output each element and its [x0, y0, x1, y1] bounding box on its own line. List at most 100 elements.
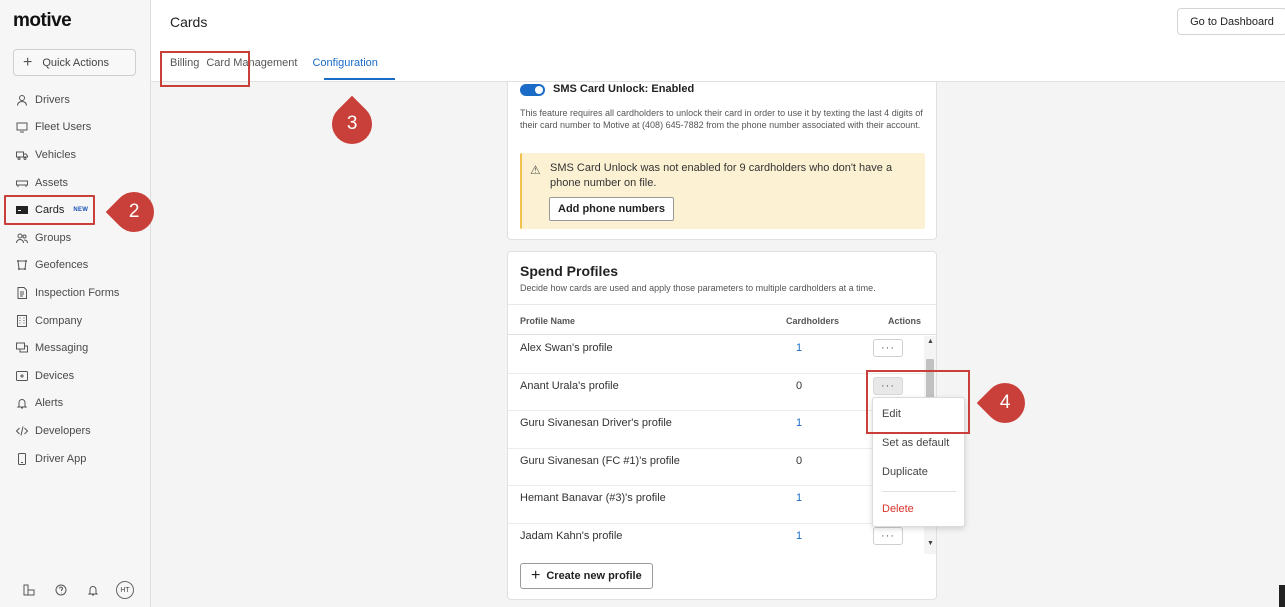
sidebar-footer: HT [13, 580, 141, 600]
menu-item-delete[interactable]: Delete [882, 503, 914, 515]
cardholders-count: 0 [796, 454, 803, 467]
geofence-icon [15, 259, 28, 272]
sms-card-unlock-panel: SMS Card Unlock: Enabled This feature re… [507, 82, 937, 240]
sidebar-item-geofences[interactable]: Geofences [0, 252, 151, 280]
sidebar-item-label: Company [35, 314, 83, 327]
profiles-table-body: Alex Swan's profile 1 ··· Anant Urala's … [508, 336, 924, 561]
create-new-profile-label: Create new profile [546, 570, 642, 582]
step-4-callout: 4 [976, 374, 1034, 432]
sidebar-item-drivers[interactable]: Drivers [0, 86, 151, 114]
sidebar-item-label: Vehicles [35, 148, 76, 161]
avatar: HT [116, 581, 134, 599]
sidebar-item-messaging[interactable]: Messaging [0, 334, 151, 362]
sidebar-item-label: Groups [35, 231, 72, 244]
profile-name: Guru Sivanesan Driver's profile [520, 417, 672, 429]
spend-profiles-title: Spend Profiles [520, 263, 619, 279]
create-new-profile-button[interactable]: + Create new profile [520, 563, 653, 589]
sidebar-item-label: Geofences [35, 259, 89, 272]
user-menu[interactable]: HT [109, 580, 141, 600]
cardholders-count-link[interactable]: 1 [796, 417, 802, 429]
quick-actions-label: Quick Actions [42, 56, 109, 69]
cardholders-count-link[interactable]: 1 [796, 342, 802, 354]
scroll-up-arrow-icon[interactable]: ▲ [927, 338, 934, 345]
column-actions: Actions [888, 316, 922, 326]
callout-number: 4 [999, 391, 1011, 413]
menu-item-set-as-default[interactable]: Set as default [882, 437, 949, 449]
column-profile-name: Profile Name [520, 316, 576, 326]
page-title: Cards [170, 14, 208, 30]
page-header: Cards Go to Dashboard Billing Card Manag… [151, 0, 1285, 82]
add-phone-numbers-button[interactable]: Add phone numbers [549, 197, 674, 221]
profile-name: Alex Swan's profile [520, 342, 613, 354]
plus-icon: + [23, 53, 33, 71]
sidebar-item-alerts[interactable]: Alerts [0, 390, 151, 418]
sidebar-item-label: Devices [35, 369, 75, 382]
table-row: Alex Swan's profile 1 ··· [508, 336, 924, 374]
profile-name: Jadam Kahn's profile [520, 529, 623, 542]
window-edge [1279, 585, 1285, 607]
sidebar-item-driver-app[interactable]: Driver App [0, 445, 151, 473]
callout-number: 2 [128, 200, 140, 222]
bell-icon [15, 397, 28, 410]
edit-highlight-box [866, 370, 970, 434]
cardholders-count: 0 [796, 379, 803, 392]
tab-configuration[interactable]: Configuration [312, 57, 377, 69]
question-icon[interactable] [45, 580, 77, 600]
configuration-highlight-box [160, 51, 250, 87]
step-3-callout: 3 [323, 95, 381, 153]
sidebar-item-label: Assets [35, 176, 69, 189]
help-center-icon[interactable] [13, 580, 45, 600]
scroll-down-arrow-icon[interactable]: ▼ [927, 540, 934, 547]
notification-bell-icon[interactable] [77, 580, 109, 600]
code-icon [15, 424, 28, 437]
profile-name: Hemant Banavar (#3)'s profile [520, 492, 666, 504]
device-icon [15, 369, 28, 382]
sidebar-nav: Drivers Fleet Users Vehicles Assets Card… [0, 86, 151, 472]
profile-name: Guru Sivanesan (FC #1)'s profile [520, 454, 680, 467]
quick-actions-button[interactable]: + Quick Actions [13, 49, 136, 76]
motive-logo[interactable]: motive [13, 10, 72, 32]
spend-profiles-subtitle: Decide how cards are used and apply thos… [520, 283, 876, 293]
sidebar-item-vehicles[interactable]: Vehicles [0, 141, 151, 169]
table-row: Jadam Kahn's profile 1 ··· [508, 524, 924, 562]
person-icon [15, 93, 28, 106]
warning-text: SMS Card Unlock was not enabled for 9 ca… [550, 162, 893, 189]
go-to-dashboard-button[interactable]: Go to Dashboard [1177, 8, 1285, 35]
menu-item-duplicate[interactable]: Duplicate [882, 466, 928, 478]
chat-icon [15, 342, 28, 355]
sidebar-item-label: Driver App [35, 452, 87, 465]
building-icon [15, 314, 28, 327]
row-actions-button[interactable]: ··· [873, 526, 903, 545]
sidebar-item-inspection-forms[interactable]: Inspection Forms [0, 279, 151, 307]
trailer-icon [15, 176, 28, 189]
column-cardholders: Cardholders [786, 316, 840, 326]
phone-icon [15, 452, 28, 465]
table-row: Guru Sivanesan (FC #1)'s profile 0 [508, 449, 924, 486]
sidebar-item-label: Alerts [35, 397, 64, 410]
sidebar: motive + Quick Actions Drivers Fleet Use… [0, 0, 151, 607]
sidebar-item-fleet-users[interactable]: Fleet Users [0, 114, 151, 142]
sidebar-item-company[interactable]: Company [0, 307, 151, 335]
warning-banner: ⚠ SMS Card Unlock was not enabled for 9 … [520, 153, 925, 229]
sidebar-item-developers[interactable]: Developers [0, 417, 151, 445]
sms-unlock-toggle[interactable] [520, 84, 545, 96]
document-icon [15, 286, 28, 299]
sidebar-item-label: Messaging [35, 342, 89, 355]
row-actions-button[interactable]: ··· [873, 339, 903, 357]
group-icon [15, 231, 28, 244]
cardholders-count-link[interactable]: 1 [796, 530, 802, 542]
callout-number: 3 [346, 112, 358, 134]
profile-name: Anant Urala's profile [520, 379, 619, 392]
plus-icon: + [531, 567, 541, 584]
cards-highlight-box [4, 195, 95, 225]
sidebar-item-devices[interactable]: Devices [0, 362, 151, 390]
warning-icon: ⚠ [530, 163, 541, 177]
sms-unlock-description: This feature requires all cardholders to… [520, 108, 923, 130]
sidebar-item-label: Developers [35, 424, 91, 437]
sidebar-item-label: Drivers [35, 93, 70, 106]
table-row: Guru Sivanesan Driver's profile 1 [508, 411, 924, 449]
table-row: Hemant Banavar (#3)'s profile 1 [508, 486, 924, 524]
monitor-icon [15, 121, 28, 134]
cardholders-count-link[interactable]: 1 [796, 492, 802, 504]
truck-icon [15, 148, 28, 161]
